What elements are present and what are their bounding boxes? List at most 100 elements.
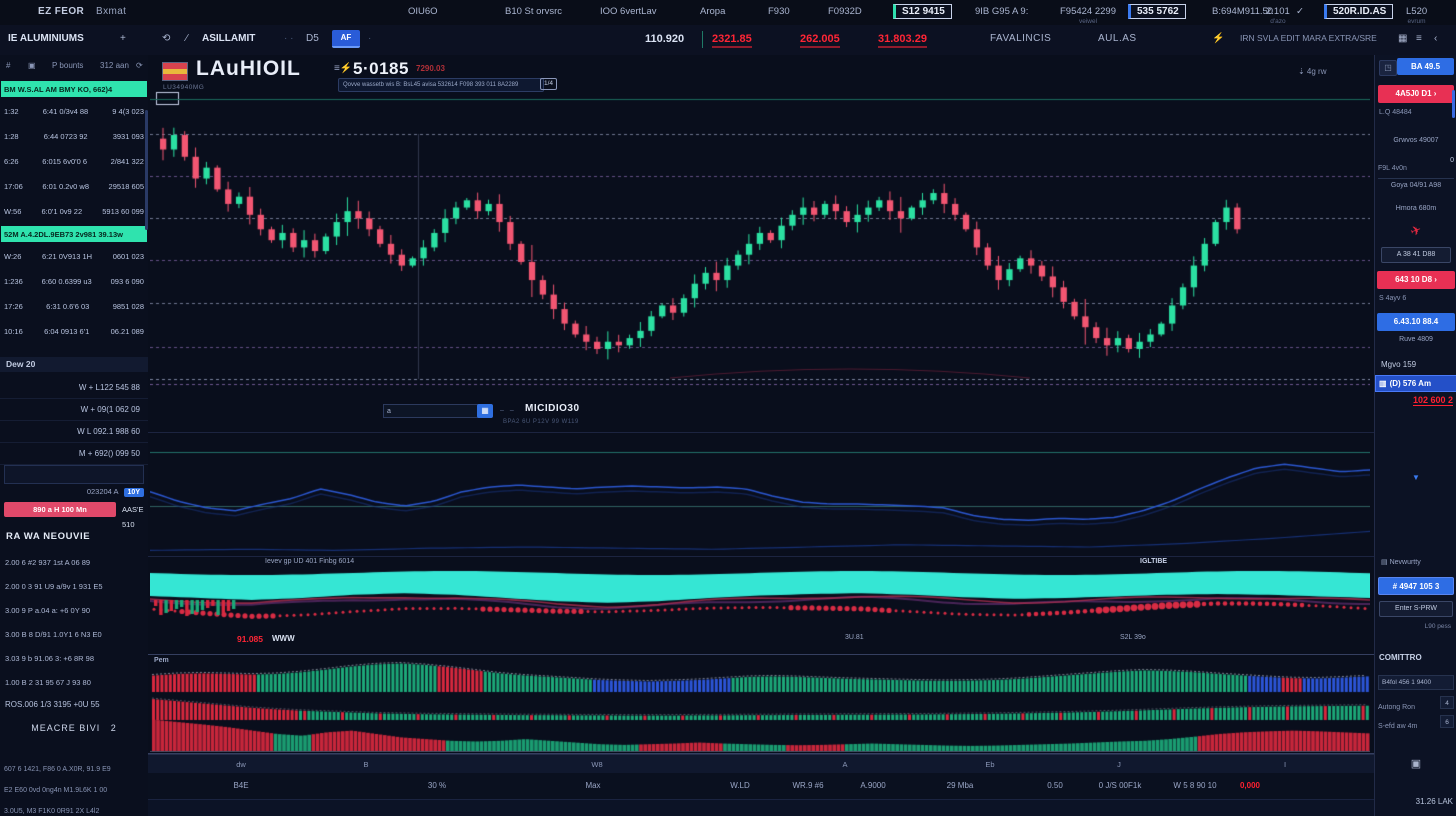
axis-tick: W8 <box>591 760 602 769</box>
order-input-3[interactable]: S-efd aw 4m 6 <box>1378 715 1454 733</box>
watchlist-row[interactable]: 1:286:44 0723 923931 093 <box>0 124 148 149</box>
watchlist-row-highlighted[interactable]: BM W.S.AL AM BMY KO, 662)4 <box>1 81 147 97</box>
collapse-triangle-icon[interactable]: ▼ <box>1375 473 1456 482</box>
menu-item[interactable]: F95424 2299veiwel <box>1060 6 1116 25</box>
watchlist-title: IE ALUMINIUMS <box>8 33 84 44</box>
menu-item[interactable]: S12 9415 <box>893 4 952 19</box>
menu-item[interactable]: 520R.ID.AS <box>1324 4 1393 19</box>
grid-icon[interactable]: ▦ <box>1398 33 1407 44</box>
watchlist-row-highlighted[interactable]: 52M A.4.2DL.9EB73 2v981 39.13w <box>1 226 147 242</box>
symbol-name[interactable]: ASILLAMIT <box>202 33 255 44</box>
draw-icon[interactable]: ∕ <box>186 33 188 44</box>
watchlist-row[interactable]: 1:2366:60 0.6399 u3093 6 090 <box>0 269 148 294</box>
menu-item[interactable]: IOO 6vertLav <box>600 6 657 17</box>
band-panel-title-right: IGLTIBE <box>1140 558 1167 565</box>
axis-tick: Eb <box>985 760 994 769</box>
position-row[interactable]: ▥(D) 576 Am <box>1375 375 1456 392</box>
band-value-red: 91.085 <box>237 634 263 644</box>
menu-item[interactable]: B:694M911.50 <box>1212 6 1273 17</box>
menu-item[interactable]: L520evrum <box>1406 6 1427 25</box>
watchlist-row[interactable]: 1:326:41 0/3v4 889 4(3 023 <box>0 99 148 124</box>
lq-label: L.Q 48484 <box>1379 109 1412 116</box>
tab-alerts[interactable]: AUL.AS <box>1098 33 1137 44</box>
watchlist-row[interactable]: W:566:0'1 0v9 225913 60 099 <box>0 199 148 224</box>
sell-button-2[interactable]: 643 10 D8 › <box>1377 271 1455 289</box>
menu-item[interactable]: Aropa <box>700 6 725 17</box>
histogram-panel-canvas[interactable] <box>150 656 1370 752</box>
order-input-1[interactable]: B4fol 456 1 9400 <box>1378 675 1454 690</box>
folder-icon[interactable]: ▣ <box>28 61 36 70</box>
list-icon[interactable]: ≡ <box>1416 33 1422 44</box>
watchlist-row[interactable]: W:266:21 0V913 1H0601 023 <box>0 244 148 269</box>
position-text: (D) 576 Am <box>1390 379 1432 388</box>
doc-icon: ▤ <box>1381 559 1388 566</box>
fsl-field[interactable]: F9L 4v0n 0 <box>1378 157 1454 179</box>
ra-row[interactable]: 2.00 0 3 91 U9 a/9v 1 931 E5 <box>0 575 148 599</box>
ra-row[interactable]: 3.00 9 P a.04 a: +6 0Y 90 <box>0 599 148 623</box>
buy-button-2[interactable]: 6.43.10 88.4 <box>1377 313 1455 331</box>
dew-row[interactable]: W L 092.1 988 60 <box>0 421 148 443</box>
sidebar-pink-button[interactable]: 890 a H 100 Mn <box>4 502 116 517</box>
ra-row[interactable]: 3.03 9 b 91.06 3: +6 8R 98 <box>0 647 148 671</box>
ra-row[interactable]: 1.00 B 2 31 95 67 J 93 80 <box>0 671 148 695</box>
order-submit-button[interactable]: # 4947 105 3 <box>1378 577 1454 595</box>
order-outline-button[interactable]: A 38 41 D88 <box>1381 247 1451 263</box>
menu-item[interactable]: F930 <box>768 6 790 17</box>
panel-separator <box>148 556 1374 557</box>
sidebar-input[interactable] <box>4 465 144 484</box>
input3-value[interactable]: 6 <box>1440 715 1454 728</box>
menu-item[interactable]: OIU6O <box>408 6 438 17</box>
grwvos-label: Grwvos 49007 <box>1375 137 1456 144</box>
candlestick-chart-canvas[interactable] <box>150 88 1370 388</box>
band-panel-canvas[interactable] <box>150 570 1370 632</box>
menu-item[interactable]: ✓ <box>1296 6 1304 17</box>
watchlist-row[interactable]: 17:066:01 0.2v0 w829518 605 <box>0 174 148 199</box>
dew-row[interactable]: W + 09(1 062 09 <box>0 399 148 421</box>
indicator-search-input[interactable] <box>383 404 479 418</box>
dew-row[interactable]: W + L122 545 88 <box>0 377 148 399</box>
dim-row: E2 E60 0vd 0ng4n M1.9L6K 1 00 <box>0 780 148 801</box>
sell-button[interactable]: 4A5J0 D1 › <box>1378 85 1454 103</box>
buy-button[interactable]: BA 49.5 <box>1397 58 1454 75</box>
menu-bar: EZ FEOR Bxmat OIU6O B10 St orvsrc IOO 6ver… <box>0 0 1456 26</box>
undo-icon[interactable]: ⟲ <box>162 33 170 44</box>
fsl-label: F9L 4v0n <box>1378 165 1407 172</box>
s4-label: S 4ayv 6 <box>1379 295 1406 302</box>
watchlist-row[interactable]: 6:266:015 6v0'0 62/841 322 <box>0 149 148 174</box>
input2-value[interactable]: 4 <box>1440 696 1454 709</box>
indicator-chip[interactable]: AF <box>332 30 360 48</box>
keyboard-icon[interactable]: ▣ <box>1375 757 1456 770</box>
time-axis[interactable]: dwBW8AEbJI <box>148 754 1374 774</box>
menu-item[interactable]: 2.101d'azo <box>1266 6 1290 25</box>
price-change-2: 262.005 <box>800 33 840 48</box>
section-dew[interactable]: Dew 20 <box>0 357 148 372</box>
window-scrollbar[interactable] <box>1452 90 1455 118</box>
menu-item-edit[interactable]: Bxmat <box>96 6 126 17</box>
period-chip[interactable]: 10Y <box>124 488 144 497</box>
ra-row[interactable]: 2.00 6 #2 937 1st A 06 89 <box>0 551 148 575</box>
order-input-2[interactable]: Autong Ron 4 <box>1378 696 1454 714</box>
menu-item[interactable]: 9IB G95 A 9: <box>975 6 1028 17</box>
dew-row[interactable]: M + 692() 099 50 <box>0 443 148 465</box>
watchlist-row[interactable]: 17:266:31 0.6'6 039851 028 <box>0 294 148 319</box>
ra-row[interactable]: 3.00 B 8 D/91 1.0Y1 6 N3 E0 <box>0 623 148 647</box>
watchlist-row[interactable]: 10:166:04 0913 6'106.21 089 <box>0 319 148 344</box>
download-label[interactable]: ⇣ 4g rw <box>1298 67 1327 76</box>
menu-item[interactable]: B10 St orvsrc <box>505 6 562 17</box>
menu-item[interactable]: 535 5762 <box>1128 4 1186 19</box>
search-dashes: ‒ ‒ <box>500 407 516 414</box>
timeframe-select[interactable]: D5 <box>306 33 319 44</box>
momentum-panel-canvas[interactable] <box>150 434 1370 554</box>
flash-icon[interactable]: ⚡ <box>1212 33 1224 44</box>
dew-rows: W + L122 545 88W + 09(1 062 09W L 092.1 … <box>0 377 148 465</box>
panel-chip-icon[interactable]: ◳ <box>1379 60 1397 76</box>
indicator-search-button[interactable]: ▦ <box>477 404 493 418</box>
refresh-icon[interactable]: ⟳ <box>136 61 143 70</box>
watchlist-add-button[interactable]: + <box>120 33 126 44</box>
enter-button[interactable]: Enter S-PRW <box>1379 601 1453 617</box>
tab-favorites[interactable]: FAVALINCIS <box>990 33 1051 44</box>
collapse-icon[interactable]: ‹ <box>1434 33 1437 44</box>
menu-item-file[interactable]: EZ FEOR <box>38 6 84 17</box>
menu-item[interactable]: F0932D <box>828 6 862 17</box>
ruve-label: Ruve 4809 <box>1375 336 1456 343</box>
